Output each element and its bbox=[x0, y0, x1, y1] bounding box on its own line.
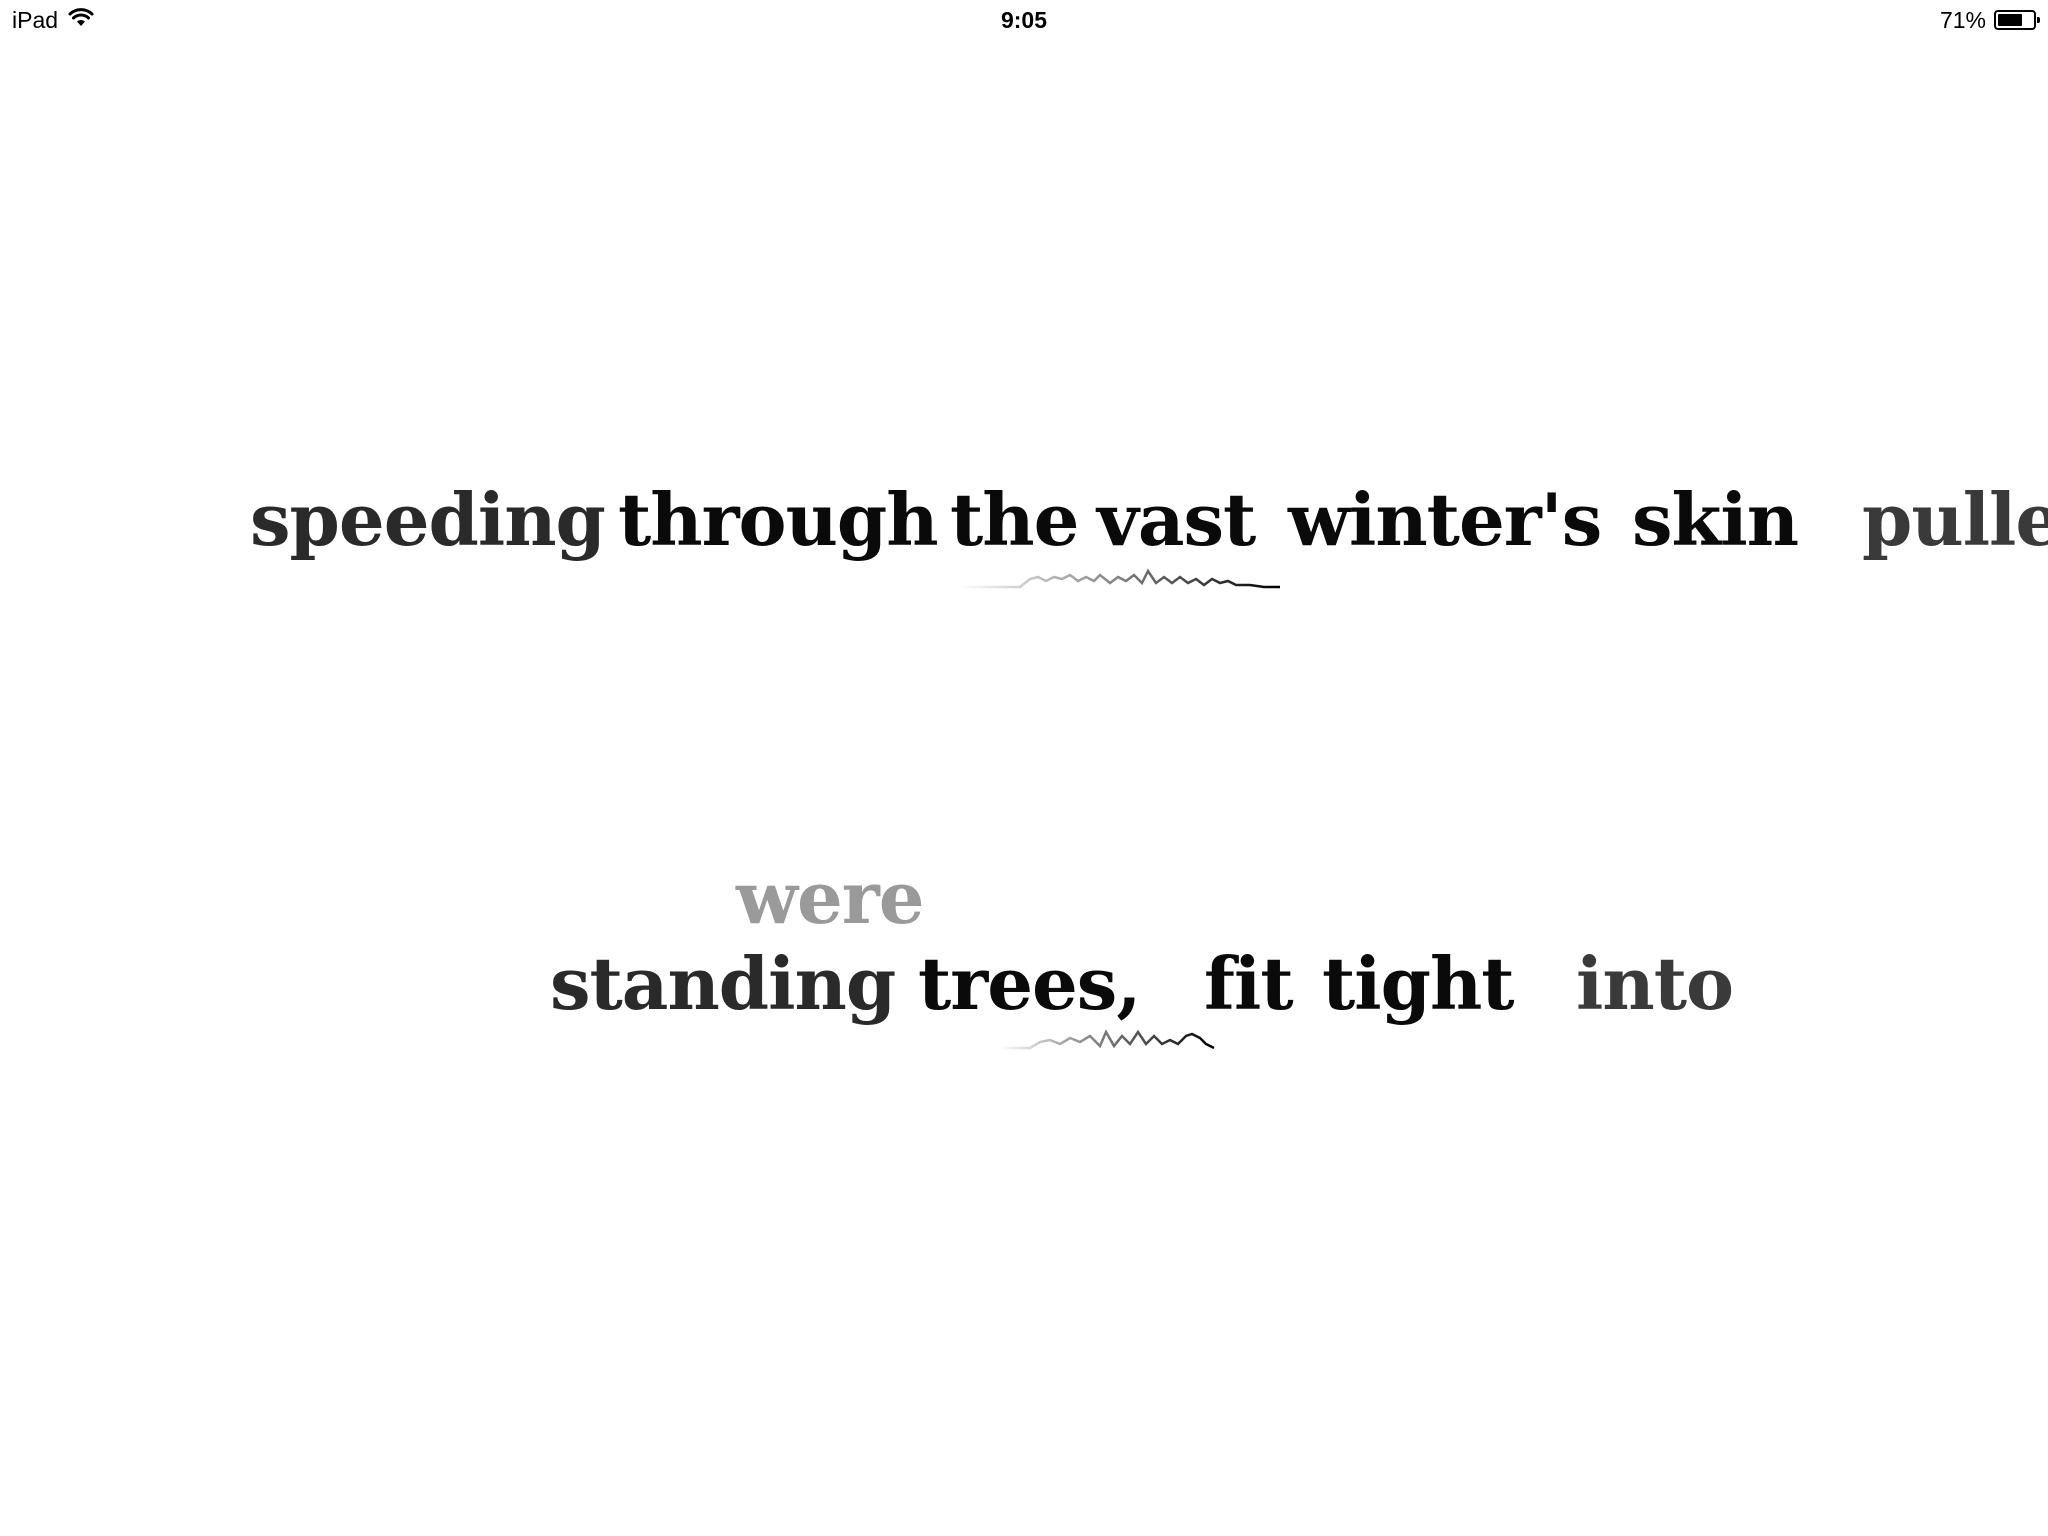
status-right: 71% bbox=[1939, 7, 2040, 33]
poem-word-into[interactable]: into bbox=[1576, 948, 1734, 1020]
scribble-line2-underline bbox=[1000, 1029, 1215, 1050]
poem-word-vast[interactable]: vast bbox=[1097, 484, 1256, 556]
poem-word-skin[interactable]: skin bbox=[1632, 484, 1799, 556]
battery-icon bbox=[1994, 10, 2040, 30]
poem-word-pulle[interactable]: pulle bbox=[1862, 484, 2048, 556]
poem-word-winters[interactable]: winter's bbox=[1288, 484, 1602, 556]
poem-word-trees[interactable]: trees, bbox=[918, 948, 1141, 1020]
battery-percent: 71% bbox=[1939, 7, 1986, 33]
poem-word-through[interactable]: through bbox=[618, 484, 939, 556]
poem-word-speeding[interactable]: speeding bbox=[250, 484, 606, 556]
poem-word-tight[interactable]: tight bbox=[1322, 948, 1515, 1020]
battery-fill bbox=[1998, 14, 2022, 26]
poem-word-fit[interactable]: fit bbox=[1204, 948, 1294, 1020]
scribble-line1-underline bbox=[960, 568, 1280, 589]
battery-cap bbox=[2037, 17, 2040, 23]
poem-word-the[interactable]: the bbox=[950, 484, 1079, 556]
poem-word-were[interactable]: were bbox=[736, 862, 925, 934]
poem-word-standing[interactable]: standing bbox=[550, 948, 896, 1020]
status-time: 9:05 bbox=[1000, 7, 1048, 33]
status-bar: iPad 9:05 71% bbox=[0, 0, 2048, 40]
